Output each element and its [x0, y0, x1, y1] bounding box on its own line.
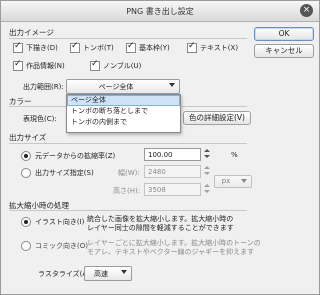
checkmark-icon: ✓: [14, 41, 22, 51]
close-icon[interactable]: ×: [300, 4, 313, 17]
scale-label: 元データからの拡縮率(Z): [35, 152, 116, 160]
height-stepper[interactable]: [204, 183, 210, 195]
range-option-bleed[interactable]: トンボの断ち落としまで: [67, 106, 180, 117]
page-number-checkbox[interactable]: ✓ ノンブル(U): [90, 59, 142, 71]
range-option-whole-page[interactable]: ページ全体: [67, 95, 180, 106]
comic-label: コミック向き(O): [35, 242, 88, 250]
checkmark-icon: ✓: [127, 41, 135, 51]
checkbox-label: テキスト(X): [200, 44, 239, 52]
checkbox-label: 下描き(D): [26, 44, 58, 52]
scale-radio[interactable]: [21, 151, 31, 161]
scale-stepper[interactable]: [204, 148, 210, 160]
unit-select[interactable]: px: [214, 175, 252, 188]
png-export-dialog: PNG 書き出し設定 × OK キャンセル 出力イメージ ✓ 下描き(D) ✓ …: [0, 0, 320, 295]
width-stepper[interactable]: [204, 165, 210, 177]
color-detail-button[interactable]: 色の詳細設定(V): [183, 111, 251, 125]
checkbox-label: ノンブル(U): [103, 62, 142, 70]
height-value: 3508: [148, 186, 166, 194]
work-info-checkbox[interactable]: ✓ 作品情報(N): [13, 59, 65, 71]
chevron-down-icon: [204, 155, 210, 158]
height-input[interactable]: 3508: [144, 183, 201, 196]
chevron-up-icon: [204, 149, 210, 152]
checkbox-label: 作品情報(N): [26, 62, 65, 70]
chevron-down-icon: [169, 83, 175, 87]
specify-size-label: 出力サイズ指定(S): [35, 169, 94, 177]
comic-description-line-2: モアレ、テキストやベクター線のジャギーを抑えます: [87, 248, 255, 256]
output-range-select[interactable]: ページ全体: [66, 79, 180, 94]
dialog-title: PNG 書き出し設定: [126, 7, 194, 16]
comic-radio[interactable]: [21, 241, 31, 251]
output-range-label: 出力範囲(R):: [23, 83, 64, 91]
checkmark-icon: ✓: [188, 41, 196, 51]
scale-input[interactable]: 100.00: [144, 148, 201, 161]
height-label: 高さ(H):: [113, 187, 141, 195]
output-range-value: ページ全体: [98, 83, 134, 91]
scale-value: 100.00: [148, 151, 173, 159]
output-size-section-label: 出力サイズ: [9, 133, 47, 142]
crop-mark-checkbox[interactable]: ✓ トンボ(T): [70, 41, 114, 53]
section-divider: [9, 143, 247, 144]
width-label: 幅(W):: [118, 169, 140, 177]
expression-color-label: 表現色(C):: [23, 115, 57, 123]
chevron-up-icon: [204, 166, 210, 169]
output-range-dropdown-list: ページ全体 トンボの断ち落としまで トンボの内側まで: [66, 94, 181, 133]
output-image-section-label: 出力イメージ: [9, 28, 54, 37]
ok-button[interactable]: OK: [254, 27, 314, 41]
illust-radio[interactable]: [21, 217, 31, 227]
text-checkbox[interactable]: ✓ テキスト(X): [187, 41, 239, 53]
section-divider: [9, 38, 247, 39]
scale-unit: %: [231, 151, 238, 159]
unit-value: px: [221, 177, 231, 185]
draft-checkbox[interactable]: ✓ 下描き(D): [13, 41, 58, 53]
width-value: 2480: [148, 168, 166, 176]
checkmark-icon: ✓: [14, 59, 22, 69]
checkmark-icon: ✓: [91, 59, 99, 69]
chevron-down-icon: [204, 190, 210, 193]
cancel-button[interactable]: キャンセル: [254, 44, 314, 58]
specify-size-radio[interactable]: [21, 168, 31, 178]
illust-description-line-2: レイヤー同士の隙間を軽減することができます: [87, 224, 234, 232]
chevron-up-icon: [204, 184, 210, 187]
range-option-inside-crop[interactable]: トンボの内側まで: [67, 117, 180, 128]
chevron-down-icon: [121, 270, 127, 274]
checkbox-label: 基本枠(Y): [139, 44, 170, 52]
basic-frame-checkbox[interactable]: ✓ 基本枠(Y): [126, 41, 170, 53]
width-input[interactable]: 2480: [144, 165, 201, 178]
checkbox-label: トンボ(T): [83, 44, 114, 52]
checkmark-icon: ✓: [71, 41, 79, 51]
section-divider: [9, 210, 247, 211]
rasterize-value: 高速: [94, 270, 108, 278]
illust-label: イラスト向き(I): [35, 218, 85, 226]
chevron-down-icon: [241, 179, 247, 183]
rasterize-select[interactable]: 高速: [84, 266, 132, 281]
title-bar: PNG 書き出し設定 ×: [1, 1, 319, 22]
chevron-down-icon: [204, 172, 210, 175]
